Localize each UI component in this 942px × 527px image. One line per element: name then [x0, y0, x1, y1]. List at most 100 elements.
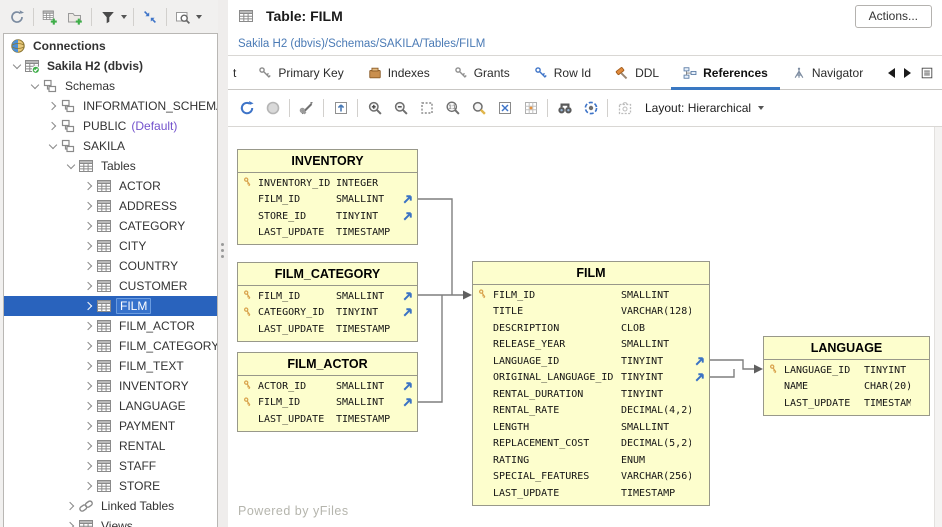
tree-item-country[interactable]: COUNTRY	[4, 256, 217, 276]
add-folder-icon[interactable]	[63, 5, 87, 29]
diagram-scrollbar[interactable]	[934, 127, 942, 527]
foreign-key-arrow-icon[interactable]	[399, 193, 415, 206]
actions-button[interactable]: Actions...	[855, 5, 932, 28]
tree-find-icon[interactable]	[171, 5, 195, 29]
tree-item-address[interactable]: ADDRESS	[4, 196, 217, 216]
chevron-right-icon[interactable]	[64, 519, 78, 527]
dg-zoom-sel-icon[interactable]	[466, 96, 491, 121]
tree-item-actor[interactable]: ACTOR	[4, 176, 217, 196]
add-connection-icon[interactable]	[38, 5, 62, 29]
foreign-key-arrow-icon[interactable]	[399, 210, 415, 223]
tree-refresh-icon[interactable]	[5, 5, 29, 29]
dg-binoculars-icon[interactable]	[552, 96, 577, 121]
foreign-key-arrow-icon[interactable]	[399, 396, 415, 409]
chevron-right-icon[interactable]	[82, 439, 96, 453]
chevron-down-icon[interactable]	[28, 79, 42, 93]
tab-grants[interactable]: Grants	[442, 56, 522, 89]
dg-refresh-icon[interactable]	[234, 96, 259, 121]
dg-grid-icon[interactable]	[518, 96, 543, 121]
chevron-right-icon[interactable]	[82, 279, 96, 293]
dg-tools-icon[interactable]	[294, 96, 319, 121]
tree-item-film[interactable]: FILM	[4, 296, 217, 316]
entity-film[interactable]: FILMFILM_IDSMALLINTTITLEVARCHAR(128)DESC…	[472, 261, 710, 506]
entity-inventory[interactable]: INVENTORYINVENTORY_IDINTEGERFILM_IDSMALL…	[237, 149, 418, 245]
entity-title[interactable]: LANGUAGE	[764, 337, 929, 360]
chevron-right-icon[interactable]	[82, 179, 96, 193]
tree-item-sakila-h2-dbvis-[interactable]: Sakila H2 (dbvis)	[4, 56, 217, 76]
panel-splitter[interactable]	[218, 0, 228, 527]
tab-ddl[interactable]: DDL	[603, 56, 671, 89]
tab-list-icon[interactable]	[920, 66, 934, 80]
dg-overview-icon[interactable]	[578, 96, 603, 121]
fk-wire-film-language_id[interactable]	[710, 360, 756, 369]
foreign-key-arrow-icon[interactable]	[399, 290, 415, 303]
tree-item-schemas[interactable]: Schemas	[4, 76, 217, 96]
tree-item-tables[interactable]: Tables	[4, 156, 217, 176]
chevron-right-icon[interactable]	[82, 299, 96, 313]
tree-item-language[interactable]: LANGUAGE	[4, 396, 217, 416]
tree-item-inventory[interactable]: INVENTORY	[4, 376, 217, 396]
tab-references[interactable]: References	[671, 56, 780, 89]
tree-item-category[interactable]: CATEGORY	[4, 216, 217, 236]
chevron-down-icon[interactable]	[46, 139, 60, 153]
chevron-down-icon[interactable]	[10, 59, 24, 73]
entity-film_actor[interactable]: FILM_ACTORACTOR_IDSMALLINTFILM_IDSMALLIN…	[237, 352, 418, 432]
filter-icon[interactable]	[96, 5, 120, 29]
chevron-right-icon[interactable]	[64, 499, 78, 513]
tree-item-film-category[interactable]: FILM_CATEGORY	[4, 336, 217, 356]
tree-item-connections[interactable]: Connections	[4, 36, 217, 56]
entity-film_category[interactable]: FILM_CATEGORYFILM_IDSMALLINTCATEGORY_IDT…	[237, 262, 418, 342]
tree-item-staff[interactable]: STAFF	[4, 456, 217, 476]
entity-title[interactable]: FILM_ACTOR	[238, 353, 417, 376]
tree-item-film-actor[interactable]: FILM_ACTOR	[4, 316, 217, 336]
dg-fit-icon[interactable]	[492, 96, 517, 121]
tab-overflow-fragment[interactable]: t	[228, 56, 246, 89]
chevron-right-icon[interactable]	[82, 359, 96, 373]
dg-export-icon[interactable]	[328, 96, 353, 121]
chevron-right-icon[interactable]	[82, 239, 96, 253]
chevron-right-icon[interactable]	[46, 99, 60, 113]
dg-zoom-in-icon[interactable]	[362, 96, 387, 121]
tree-item-public[interactable]: PUBLIC(Default)	[4, 116, 217, 136]
tab-row-id[interactable]: Row Id	[522, 56, 603, 89]
chevron-right-icon[interactable]	[82, 319, 96, 333]
foreign-key-arrow-icon[interactable]	[691, 355, 707, 368]
tree-item-rental[interactable]: RENTAL	[4, 436, 217, 456]
dg-stop-icon[interactable]	[260, 96, 285, 121]
chevron-right-icon[interactable]	[82, 199, 96, 213]
chevron-down-icon[interactable]	[64, 159, 78, 173]
entity-title[interactable]: INVENTORY	[238, 150, 417, 173]
tab-primary-key[interactable]: Primary Key	[246, 56, 355, 89]
fk-wire-film-original_language_id[interactable]	[710, 369, 734, 377]
chevron-right-icon[interactable]	[46, 119, 60, 133]
chevron-down-icon[interactable]	[121, 15, 127, 22]
dg-zoom-out-icon[interactable]	[388, 96, 413, 121]
dg-zoom-actual-icon[interactable]: 1:1	[440, 96, 465, 121]
tree-item-sakila[interactable]: SAKILA	[4, 136, 217, 156]
chevron-right-icon[interactable]	[82, 219, 96, 233]
references-diagram-canvas[interactable]: Powered by yFiles INVENTORYINVENTORY_IDI…	[228, 127, 942, 527]
fk-wire-inventory-film_id[interactable]	[418, 199, 452, 295]
chevron-right-icon[interactable]	[82, 379, 96, 393]
dg-marquee-icon[interactable]	[414, 96, 439, 121]
tree-item-store[interactable]: STORE	[4, 476, 217, 496]
tree-item-payment[interactable]: PAYMENT	[4, 416, 217, 436]
chevron-right-icon[interactable]	[82, 399, 96, 413]
tab-navigator[interactable]: Navigator	[780, 56, 875, 89]
dg-snapshot-icon[interactable]	[612, 96, 637, 121]
tree-item-customer[interactable]: CUSTOMER	[4, 276, 217, 296]
fk-wire-film_actor-film_id[interactable]	[418, 295, 442, 402]
tree-item-city[interactable]: CITY	[4, 236, 217, 256]
tab-indexes[interactable]: Indexes	[356, 56, 442, 89]
entity-language[interactable]: LANGUAGELANGUAGE_IDTINYINTNAMECHAR(20)LA…	[763, 336, 930, 416]
tree-item-information-schema[interactable]: INFORMATION_SCHEMA	[4, 96, 217, 116]
chevron-right-icon[interactable]	[82, 479, 96, 493]
collapse-all-icon[interactable]	[138, 5, 162, 29]
chevron-right-icon[interactable]	[82, 419, 96, 433]
tree-item-views[interactable]: Views	[4, 516, 217, 527]
chevron-right-icon[interactable]	[82, 339, 96, 353]
layout-selector[interactable]: Layout: Hierarchical	[645, 101, 766, 115]
chevron-down-icon[interactable]	[196, 15, 202, 22]
entity-title[interactable]: FILM	[473, 262, 709, 285]
foreign-key-arrow-icon[interactable]	[691, 371, 707, 384]
